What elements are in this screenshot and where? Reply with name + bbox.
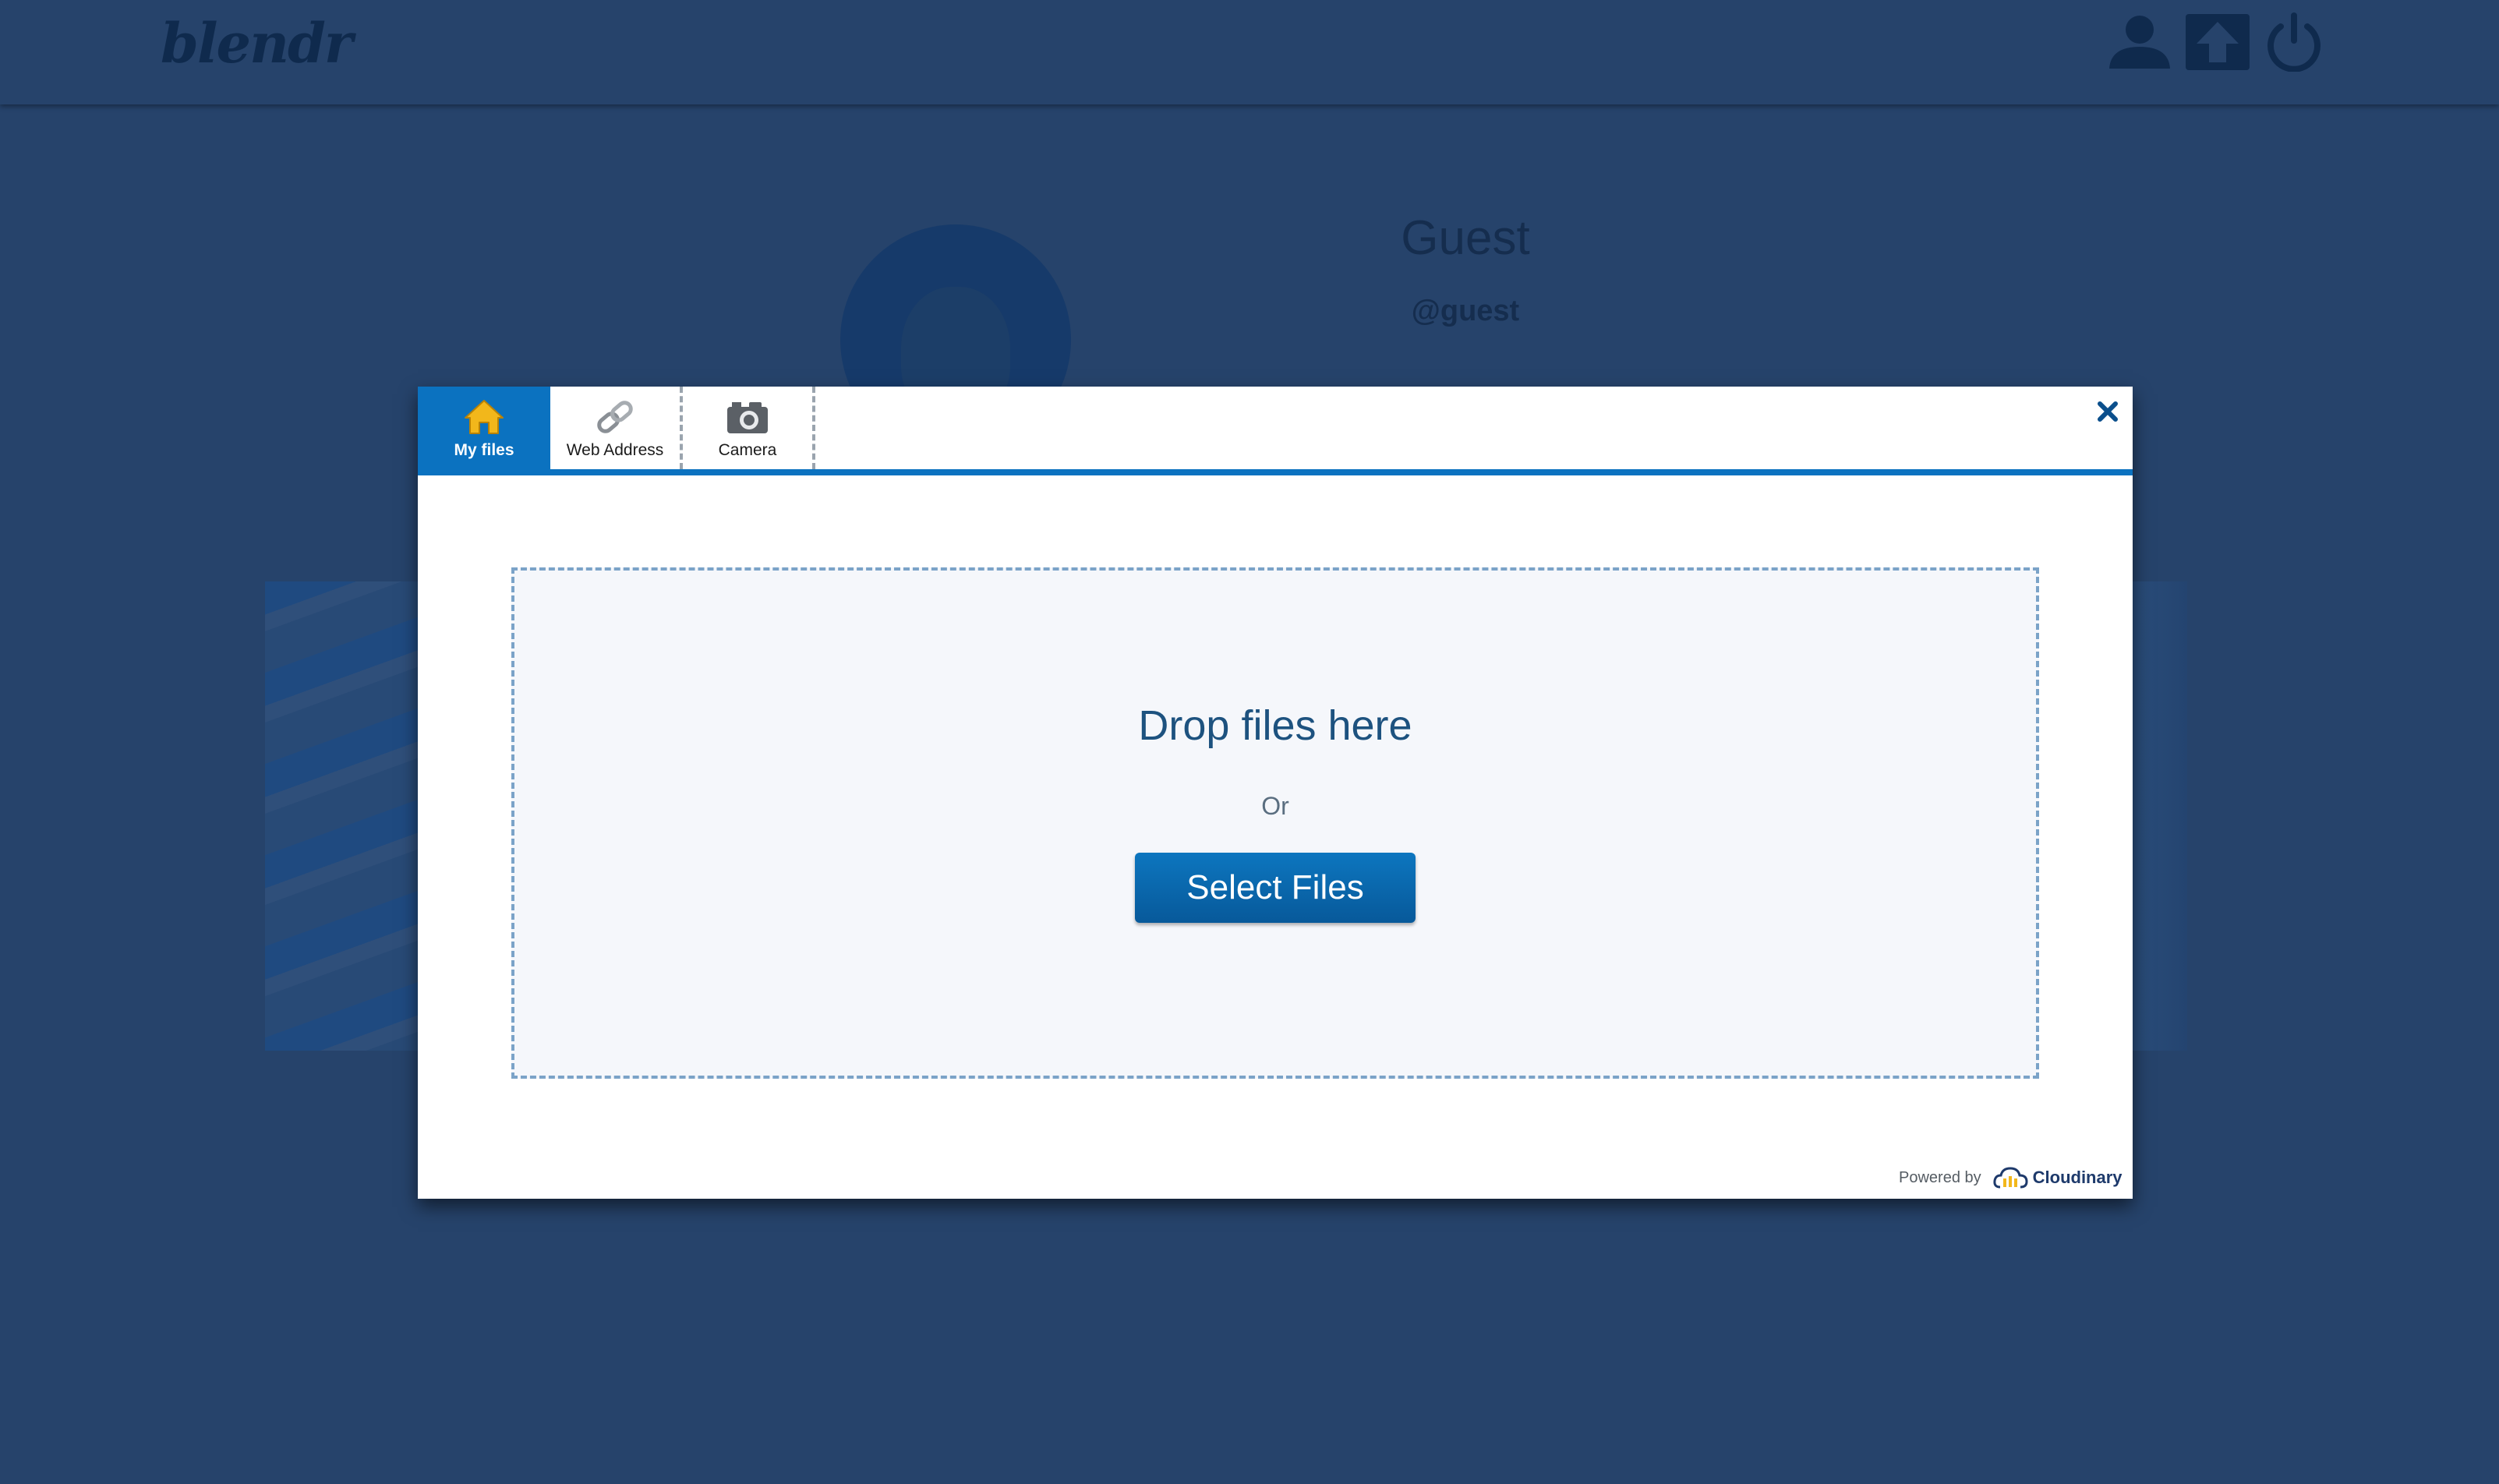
or-separator: Or bbox=[1261, 792, 1289, 820]
file-drop-zone[interactable]: Drop files here Or Select Files bbox=[511, 567, 2039, 1079]
camera-icon bbox=[726, 398, 769, 436]
app-logo[interactable]: blendr bbox=[161, 11, 353, 76]
powered-by-footer: Powered by Cloudinary bbox=[1899, 1164, 2123, 1191]
source-tabs: My files Web Address Camera bbox=[418, 387, 2133, 475]
powered-by-label: Powered by bbox=[1899, 1168, 1981, 1186]
tab-label: Web Address bbox=[566, 441, 664, 459]
tab-label: Camera bbox=[718, 441, 777, 459]
background-photo-right bbox=[2133, 581, 2187, 1051]
tab-camera[interactable]: Camera bbox=[683, 387, 815, 469]
cloudinary-logo[interactable]: Cloudinary bbox=[1992, 1165, 2123, 1190]
tab-label: My files bbox=[454, 441, 514, 459]
profile-handle: @guest bbox=[1411, 295, 1520, 327]
drop-files-heading: Drop files here bbox=[1138, 702, 1412, 749]
upload-icon[interactable] bbox=[2183, 12, 2253, 72]
select-files-button[interactable]: Select Files bbox=[1135, 853, 1416, 923]
tab-web-address[interactable]: Web Address bbox=[550, 387, 683, 469]
link-icon bbox=[593, 398, 637, 436]
profile-name: Guest bbox=[1401, 211, 1530, 265]
brand-name: Cloudinary bbox=[2032, 1168, 2123, 1187]
cloud-icon bbox=[1993, 1167, 2028, 1189]
home-icon bbox=[462, 398, 506, 436]
top-navigation-bar: blendr bbox=[0, 0, 2499, 104]
power-icon[interactable] bbox=[2259, 12, 2329, 72]
user-icon[interactable] bbox=[2105, 12, 2175, 72]
tab-my-files[interactable]: My files bbox=[418, 387, 550, 469]
upload-widget-modal: My files Web Address Camera Drop files h… bbox=[418, 387, 2133, 1199]
background-photo-left bbox=[265, 581, 421, 1051]
close-icon[interactable] bbox=[2094, 398, 2122, 426]
